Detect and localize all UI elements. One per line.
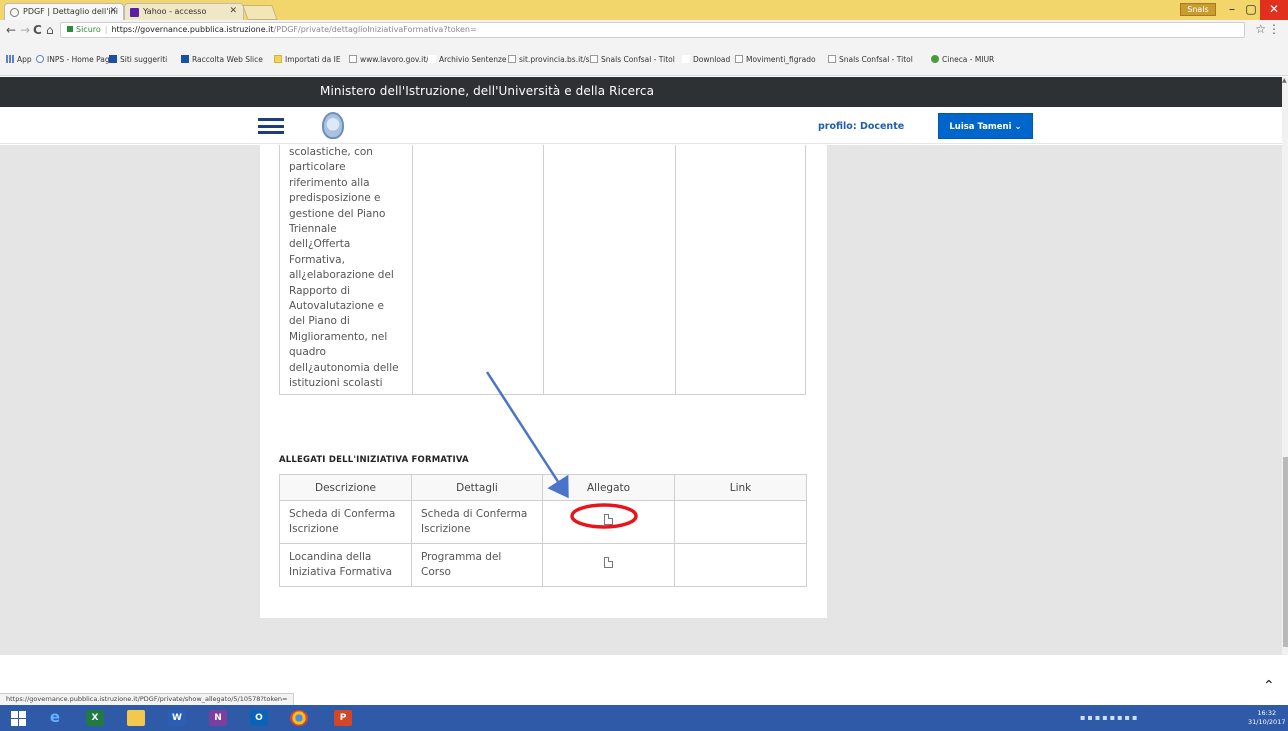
hamburger-menu-icon[interactable]	[258, 118, 284, 134]
powerpoint-icon[interactable]: P	[334, 710, 352, 726]
browser-titlebar: PDGF | Dettaglio dell'ini ✕ Yahoo - acce…	[0, 0, 1288, 20]
allegati-section-title: ALLEGATI DELL'INIZIATIVA FORMATIVA	[279, 455, 469, 465]
excel-icon[interactable]: X	[86, 710, 104, 726]
page-icon	[735, 55, 743, 63]
bookmark-sit-provincia[interactable]: sit.provincia.bs.it/sit	[508, 54, 595, 66]
scroll-up-icon[interactable]: ▲	[1282, 77, 1287, 84]
yahoo-icon	[130, 8, 139, 17]
cell-link	[674, 500, 807, 544]
internet-explorer-icon[interactable]: e	[46, 710, 64, 726]
forward-button[interactable]: →	[20, 23, 30, 37]
column-header-dettagli: Dettagli	[411, 474, 543, 501]
word-icon[interactable]: W	[168, 710, 186, 726]
browser-tab-yahoo[interactable]: Yahoo - accesso ✕	[124, 3, 244, 20]
table-row: Scheda di Conferma Iscrizione Scheda di …	[279, 500, 807, 544]
bing-icon	[181, 55, 189, 63]
tab-title: PDGF | Dettaglio dell'ini	[23, 7, 118, 16]
cell-link	[674, 543, 807, 587]
bookmark-siti-suggeriti[interactable]: Siti suggeriti	[109, 54, 167, 66]
bookmark-movimenti[interactable]: Movimenti_figrado	[735, 54, 816, 66]
column-header-descrizione: Descrizione	[279, 474, 412, 501]
url-path: /PDGF/private/dettaglioIniziativaFormati…	[273, 25, 477, 34]
back-button[interactable]: ←	[6, 23, 16, 37]
site-navbar: profilo: Docente Luisa Tameni ⌄	[0, 107, 1282, 144]
maximize-button[interactable]: ▢	[1242, 0, 1260, 20]
cell-descrizione: Locandina della Iniziativa Formativa	[279, 543, 412, 587]
lock-icon	[67, 26, 73, 32]
chevron-down-icon: ⌄	[1011, 122, 1022, 132]
taskbar-clock[interactable]: 16:32 31/10/2017	[1248, 709, 1285, 727]
new-tab-button[interactable]	[242, 5, 278, 20]
page-loading-icon	[10, 8, 19, 17]
browser-tab-pdgf[interactable]: PDGF | Dettaglio dell'ini ✕	[4, 3, 124, 20]
page-scrollbar[interactable]: ▲	[1282, 77, 1288, 655]
reload-button[interactable]: C	[33, 23, 42, 37]
address-toolbar: ← → C ⌂ Sicuro | https://governance.pubbli…	[0, 20, 1288, 40]
tab-close-icon[interactable]: ✕	[229, 4, 237, 19]
bookmark-star-icon[interactable]: ☆	[1255, 22, 1266, 36]
page-icon	[508, 55, 516, 63]
cell-descrizione: Scheda di Conferma Iscrizione	[279, 500, 412, 544]
address-bar-input[interactable]: Sicuro | https://governance.pubblica.istru…	[60, 22, 1245, 38]
bookmark-lavoro[interactable]: www.lavoro.gov.it/f	[349, 54, 431, 66]
table-row: Locandina della Iniziativa Formativa Pro…	[279, 543, 807, 587]
column-header-allegato: Allegato	[542, 474, 675, 501]
user-menu-button[interactable]: Luisa Tameni ⌄	[938, 113, 1033, 139]
onenote-icon[interactable]: N	[209, 710, 227, 726]
bookmark-inps[interactable]: INPS - Home Page	[36, 54, 114, 66]
allegati-table: Descrizione Dettagli Allegato Link Sched…	[279, 474, 807, 587]
cineca-icon	[931, 55, 939, 63]
bookmark-snals-1[interactable]: Snals Confsal - Titol	[590, 54, 675, 66]
bookmark-archivio[interactable]: Archivio Sentenze e	[428, 54, 514, 66]
cell-dettagli: Scheda di Conferma Iscrizione	[411, 500, 543, 544]
document-icon[interactable]	[604, 557, 613, 568]
file-explorer-icon[interactable]	[127, 710, 145, 726]
bookmark-download[interactable]: Download	[682, 54, 730, 66]
iniziativa-detail-table: scolastiche, con particolare riferimento…	[279, 145, 806, 395]
folder-icon	[274, 55, 282, 63]
system-tray-icons[interactable]: ▪▪▪▪▪▪▪▪	[1080, 713, 1139, 722]
inps-icon	[36, 55, 44, 63]
bookmarks-bar: App INPS - Home Page Siti suggeriti Racc…	[0, 40, 1288, 76]
bookmark-snals-2[interactable]: Snals Confsal - Titol	[828, 54, 913, 66]
bookmark-importati[interactable]: Importati da IE	[274, 54, 341, 66]
home-button[interactable]: ⌂	[46, 23, 54, 37]
bing-icon	[109, 55, 117, 63]
cell-allegato	[542, 543, 675, 587]
start-icon[interactable]	[10, 710, 28, 726]
iniziativa-description-text: scolastiche, con particolare riferimento…	[289, 146, 399, 390]
table-header-row: Descrizione Dettagli Allegato Link	[279, 474, 807, 501]
status-bar-url: https://governance.pubblica.istruzione.i…	[0, 693, 295, 705]
ministry-header: Ministero dell'Istruzione, dell'Universi…	[0, 77, 1288, 107]
secure-label: Sicuro	[76, 25, 101, 34]
download-icon	[682, 55, 690, 63]
close-window-button[interactable]: ✕	[1260, 0, 1288, 20]
scrollbar-thumb[interactable]	[1283, 457, 1288, 647]
url-host: https://governance.pubblica.istruzione.i…	[111, 25, 274, 34]
outlook-icon[interactable]: O	[250, 710, 268, 726]
tab-close-icon[interactable]: ✕	[109, 4, 117, 19]
apps-grid-icon	[6, 55, 14, 63]
profile-chip[interactable]: Snals	[1180, 3, 1216, 16]
ministry-title: Ministero dell'Istruzione, dell'Universi…	[320, 84, 655, 98]
bookmark-raccolta[interactable]: Raccolta Web Slice	[181, 54, 263, 66]
ga-icon	[428, 55, 436, 63]
cell-allegato	[542, 500, 675, 544]
chrome-icon[interactable]	[290, 710, 308, 726]
chevron-up-icon[interactable]: ⌃	[1263, 678, 1275, 694]
tab-title: Yahoo - accesso	[143, 7, 207, 16]
document-icon[interactable]	[604, 514, 613, 525]
cell-dettagli: Programma del Corso	[411, 543, 543, 587]
page-icon	[590, 55, 598, 63]
profile-label: profilo: Docente	[818, 121, 905, 132]
bookmark-cineca[interactable]: Cineca - MIUR	[931, 54, 994, 66]
page-icon	[349, 55, 357, 63]
page-icon	[828, 55, 836, 63]
republic-emblem-icon[interactable]	[322, 112, 344, 139]
bookmark-app[interactable]: App	[6, 54, 32, 66]
windows-taskbar: e X W N O P ▪▪▪▪▪▪▪▪ 16:32 31/10/2017	[0, 705, 1288, 731]
column-header-link: Link	[674, 474, 807, 501]
menu-kebab-icon[interactable]: ⋮	[1268, 22, 1280, 36]
minimize-button[interactable]: –	[1222, 0, 1242, 20]
